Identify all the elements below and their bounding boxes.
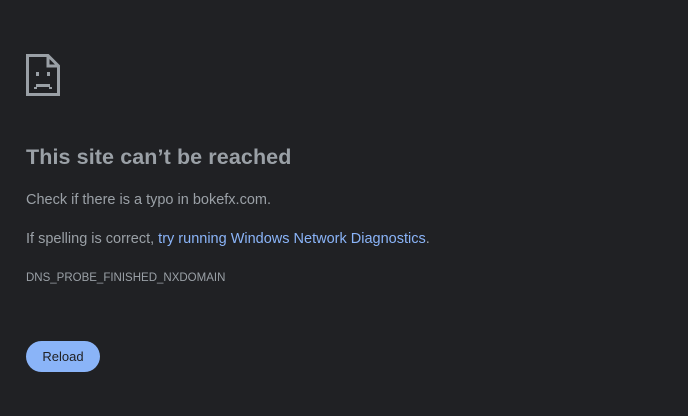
typo-hint-suffix: . [266, 192, 272, 208]
network-diagnostics-link[interactable]: try running Windows Network Diagnostics [158, 231, 426, 247]
page-title: This site can’t be reached [26, 145, 292, 169]
sad-page-icon [26, 54, 60, 96]
error-code: DNS_PROBE_FINISHED_NXDOMAIN [26, 272, 226, 284]
spelling-hint-prefix: If spelling is correct, [26, 231, 159, 247]
reload-button[interactable]: Reload [26, 341, 100, 372]
typo-hint: Check if there is a typo in bokefx.com. [26, 192, 271, 208]
domain-name: bokefx.com [192, 192, 267, 208]
spelling-hint-suffix: . [425, 231, 430, 247]
spelling-hint: If spelling is correct, try running Wind… [26, 231, 430, 247]
typo-hint-prefix: Check if there is a typo in [26, 192, 193, 208]
error-page: This site can’t be reached Check if ther… [0, 0, 688, 416]
